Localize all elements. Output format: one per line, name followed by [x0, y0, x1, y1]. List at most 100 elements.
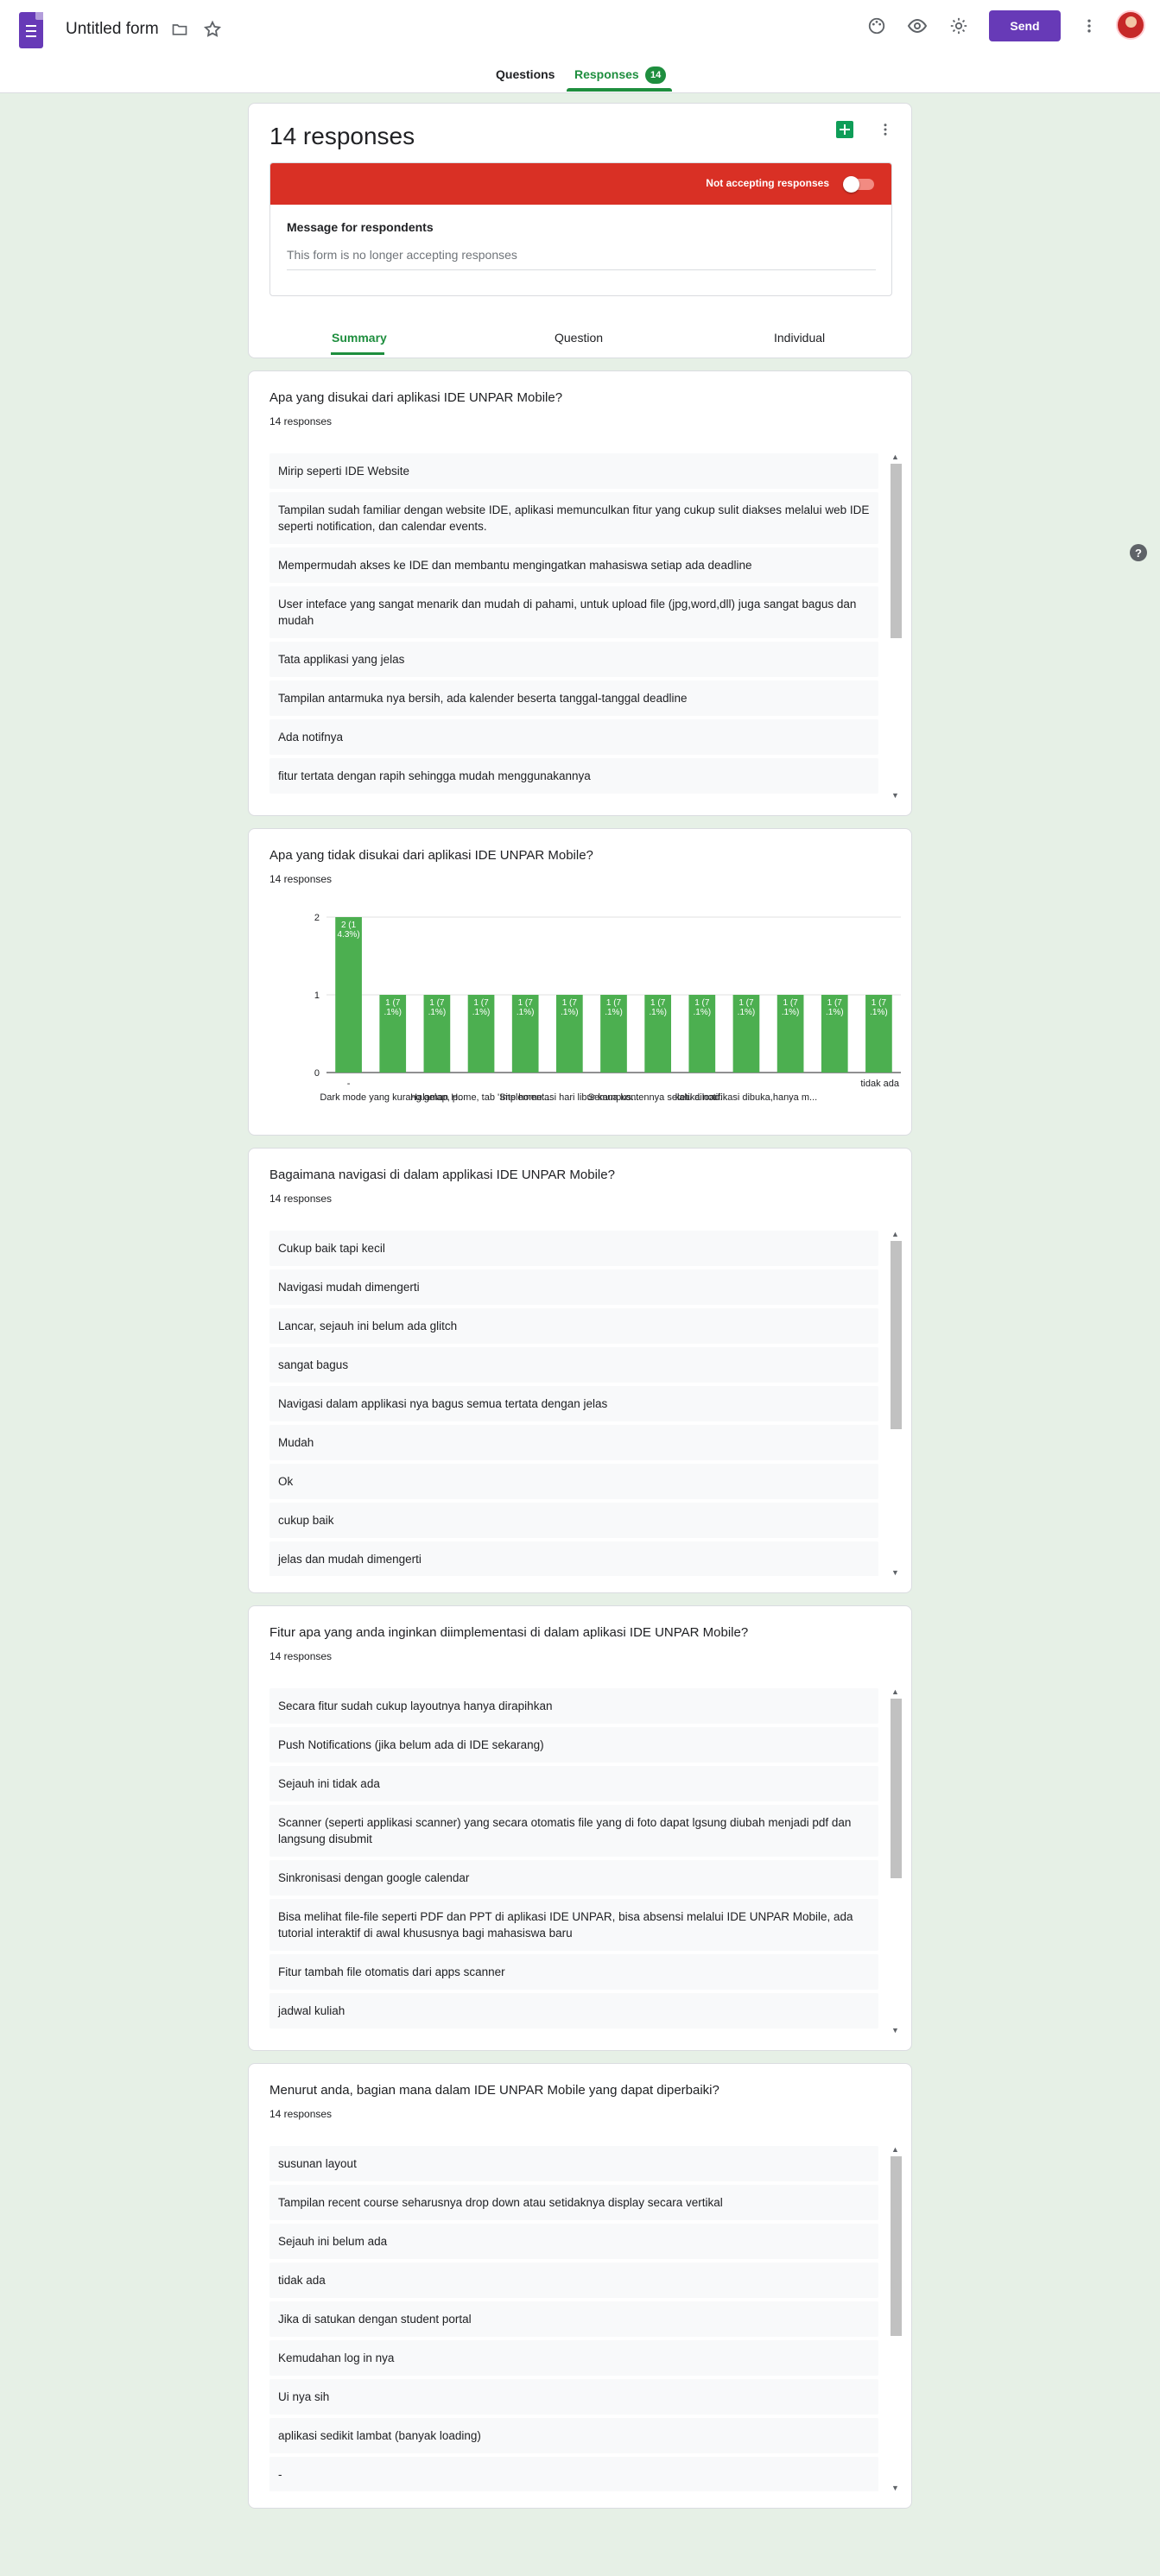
- scroll-up-icon[interactable]: ▲: [889, 1229, 902, 1239]
- scrollbar[interactable]: ▲ ▼: [889, 452, 902, 801]
- list-item: Sinkronisasi dengan google calendar: [269, 1860, 878, 1896]
- avatar[interactable]: [1116, 10, 1145, 40]
- list-item: Mudah: [269, 1425, 878, 1460]
- list-item: Navigasi mudah dimengerti: [269, 1269, 878, 1305]
- accepting-responses-toggle[interactable]: [843, 176, 876, 193]
- list-item: fitur tertata dengan rapih sehingga muda…: [269, 758, 878, 794]
- y-tick-label: 1: [314, 991, 320, 1001]
- list-item: Scanner (seperti applikasi scanner) yang…: [269, 1805, 878, 1857]
- scrollbar-thumb[interactable]: [891, 464, 902, 638]
- list-item: jelas dan mudah dimengerti: [269, 1541, 878, 1576]
- y-tick-label: 0: [314, 1068, 320, 1079]
- question-title: Menurut anda, bagian mana dalam IDE UNPA…: [269, 2083, 719, 2098]
- accepting-responses-bar: Not accepting responses: [270, 163, 891, 205]
- bar-data-label: 1 (7.1%): [605, 998, 623, 1017]
- chart-bar: [335, 917, 362, 1073]
- question-title: Apa yang disukai dari aplikasi IDE UNPAR…: [269, 390, 563, 405]
- list-item: Ada notifnya: [269, 719, 878, 755]
- bar-chart: 0122 (1 4.3%)-1 (7.1%)Dark mode yang kura…: [314, 913, 901, 1103]
- more-vert-icon[interactable]: [1079, 16, 1100, 36]
- scroll-up-icon[interactable]: ▲: [889, 452, 902, 462]
- scroll-down-icon[interactable]: ▼: [889, 2025, 902, 2035]
- form-title[interactable]: Untitled form: [66, 20, 159, 39]
- tab-question[interactable]: Question: [555, 331, 603, 345]
- list-item: -: [269, 2457, 878, 2491]
- list-item: Tampilan antarmuka nya bersih, ada kalen…: [269, 680, 878, 716]
- list-item: Push Notifications (jika belum ada di ID…: [269, 1727, 878, 1763]
- bar-data-label: 1 (7.1%): [649, 998, 667, 1017]
- scrollbar-thumb[interactable]: [891, 1241, 902, 1429]
- response-count: 14 responses: [269, 415, 333, 427]
- question-title: Bagaimana navigasi di dalam applikasi ID…: [269, 1168, 615, 1182]
- message-label: Message for respondents: [287, 220, 434, 234]
- list-item: Sejauh ini belum ada: [269, 2224, 878, 2259]
- scrollbar[interactable]: ▲ ▼: [889, 1687, 902, 2035]
- x-tick-label: -: [347, 1079, 351, 1089]
- question-card: Apa yang disukai dari aplikasi IDE UNPAR…: [248, 370, 912, 816]
- forms-doc-icon[interactable]: [19, 12, 43, 48]
- active-tab-indicator: [567, 88, 672, 92]
- bar-data-label: 1 (7.1%): [383, 998, 402, 1017]
- scrollbar[interactable]: ▲ ▼: [889, 2144, 902, 2493]
- x-tick-label: ketika notifikasi dibuka,hanya m...: [675, 1092, 817, 1103]
- bar-data-label: 1 (7.1%): [472, 998, 491, 1017]
- list-item: User inteface yang sangat menarik dan mu…: [269, 586, 878, 638]
- responses-count-title: 14 responses: [269, 123, 415, 149]
- eye-icon[interactable]: [907, 16, 928, 36]
- answer-list[interactable]: Cukup baik tapi kecil Navigasi mudah dim…: [269, 1231, 878, 1576]
- list-item: Secara fitur sudah cukup layoutnya hanya…: [269, 1688, 878, 1724]
- star-icon[interactable]: [202, 19, 223, 40]
- active-subtab-indicator: [331, 352, 384, 355]
- gear-icon[interactable]: [948, 16, 969, 36]
- message-for-respondents-field[interactable]: This form is no longer accepting respons…: [287, 248, 876, 270]
- answer-list[interactable]: Secara fitur sudah cukup layoutnya hanya…: [269, 1688, 878, 2034]
- question-card: Fitur apa yang anda inginkan diimplement…: [248, 1605, 912, 2051]
- question-title: Apa yang tidak disukai dari aplikasi IDE…: [269, 848, 593, 863]
- bar-data-label: 1 (7.1%): [738, 998, 756, 1017]
- folder-icon[interactable]: [169, 19, 190, 40]
- scrollbar-thumb[interactable]: [891, 2156, 902, 2336]
- accepting-responses-panel: Not accepting responses Message for resp…: [269, 162, 892, 296]
- list-item: Sejauh ini tidak ada: [269, 1766, 878, 1801]
- answer-list[interactable]: susunan layout Tampilan recent course se…: [269, 2146, 878, 2491]
- bar-data-label: 1 (7.1%): [826, 998, 844, 1017]
- palette-icon[interactable]: [866, 16, 887, 36]
- responses-count-badge: 14: [645, 66, 667, 84]
- list-item: Ok: [269, 1464, 878, 1499]
- response-count: 14 responses: [269, 1193, 333, 1205]
- list-item: Bisa melihat file-file seperti PDF dan P…: [269, 1899, 878, 1951]
- responses-summary-card: 14 responses Not accepting responses Mes…: [248, 103, 912, 358]
- scroll-down-icon[interactable]: ▼: [889, 790, 902, 801]
- response-count: 14 responses: [269, 2108, 333, 2120]
- scroll-down-icon[interactable]: ▼: [889, 1567, 902, 1578]
- send-button[interactable]: Send: [989, 10, 1061, 41]
- sheets-icon[interactable]: [836, 121, 853, 138]
- response-count: 14 responses: [269, 873, 333, 885]
- list-item: Tata applikasi yang jelas: [269, 642, 878, 677]
- scroll-up-icon[interactable]: ▲: [889, 2144, 902, 2155]
- answer-list[interactable]: Mirip seperti IDE Website Tampilan sudah…: [269, 453, 878, 799]
- tab-questions[interactable]: Questions: [496, 67, 555, 81]
- list-item: Lancar, sejauh ini belum ada glitch: [269, 1308, 878, 1344]
- bar-data-label: 1 (7.1%): [782, 998, 800, 1017]
- list-item: aplikasi sedikit lambat (banyak loading): [269, 2418, 878, 2453]
- list-item: Jika di satukan dengan student portal: [269, 2301, 878, 2337]
- scrollbar[interactable]: ▲ ▼: [889, 1229, 902, 1578]
- question-card: Apa yang tidak disukai dari aplikasi IDE…: [248, 828, 912, 1136]
- help-icon[interactable]: ?: [1130, 544, 1147, 561]
- bar-data-label: 1 (7.1%): [870, 998, 888, 1017]
- list-item: jadwal kuliah: [269, 1993, 878, 2029]
- tab-individual[interactable]: Individual: [774, 331, 825, 345]
- scrollbar-thumb[interactable]: [891, 1699, 902, 1878]
- tab-summary[interactable]: Summary: [332, 331, 387, 345]
- list-item: Mempermudah akses ke IDE dan membantu me…: [269, 547, 878, 583]
- scroll-up-icon[interactable]: ▲: [889, 1687, 902, 1697]
- x-tick-label: tidak ada: [860, 1079, 900, 1089]
- more-vert-icon[interactable]: [877, 121, 894, 138]
- bar-data-label: 1 (7.1%): [517, 998, 535, 1017]
- list-item: Tampilan sudah familiar dengan website I…: [269, 492, 878, 544]
- list-item: sangat bagus: [269, 1347, 878, 1383]
- scroll-down-icon[interactable]: ▼: [889, 2483, 902, 2493]
- tab-responses[interactable]: Responses: [574, 67, 639, 81]
- bar-data-label: 1 (7.1%): [428, 998, 447, 1017]
